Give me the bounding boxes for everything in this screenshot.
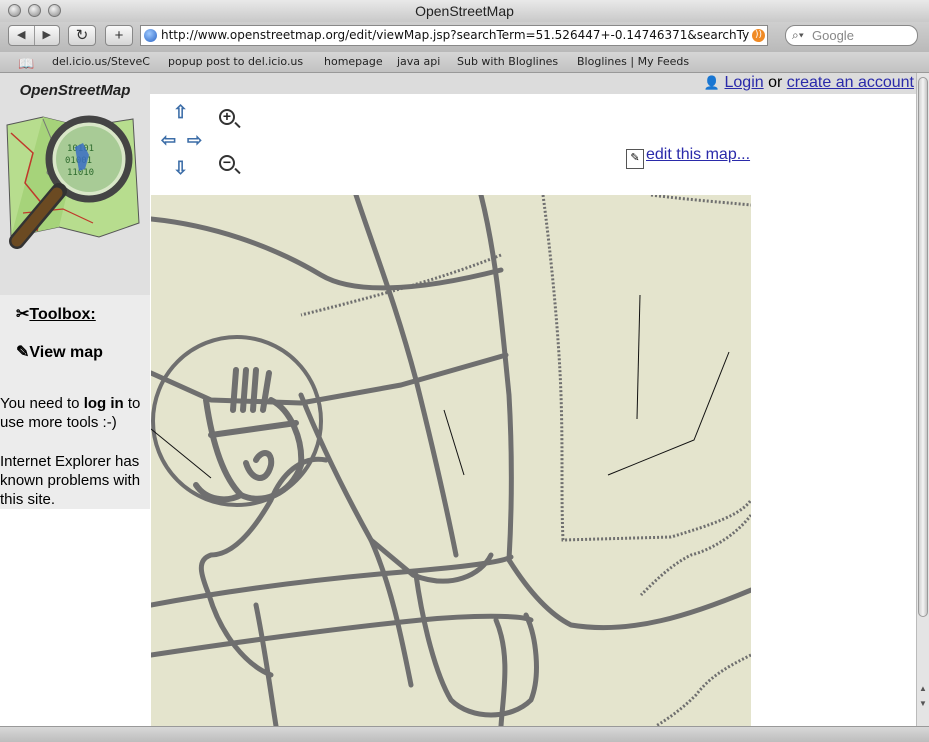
zoom-window-button[interactable] [48,4,61,17]
status-bar [0,726,929,742]
edit-note-icon: ✎ [16,344,30,361]
bookmark-item[interactable]: Bloglines | My Feeds [577,52,689,72]
history-nav: ◀ ▶ [8,25,60,46]
zoom-out-icon[interactable]: − [219,155,235,171]
close-window-button[interactable] [8,4,21,17]
minimize-window-button[interactable] [28,4,41,17]
ie-warning: Internet Explorer has known problems wit… [0,453,141,508]
header-strip: 👤 Login or create an account [150,73,916,94]
page-content: OpenStreetMap 10101 01001 11010 ✂Toolbox… [0,73,916,726]
login-message: You need to log in to use more tools :-) [0,395,141,431]
bookmark-item[interactable]: java api [397,52,440,72]
scroll-up-arrow-icon[interactable]: ▲ [917,684,929,693]
forward-arrow-icon[interactable]: ▶ [35,26,60,45]
window-titlebar: OpenStreetMap [0,0,929,22]
address-bar[interactable]: http://www.openstreetmap.org/edit/viewMa… [140,25,768,46]
search-placeholder: Google [812,28,854,43]
add-bookmark-icon[interactable]: + [105,25,133,46]
bookmark-item[interactable]: popup post to del.icio.us [168,52,303,72]
log-in-link[interactable]: log in [84,395,124,412]
map-tracks [151,195,751,726]
osm-logo-icon[interactable]: 10101 01001 11010 [3,113,148,263]
view-map-link[interactable]: ✎View map [16,342,103,362]
edit-map-icon[interactable]: ✎ [626,149,644,169]
user-icon: 👤 [703,75,721,90]
edit-map-control: ✎ edit this map... [626,146,750,169]
browser-toolbar: ◀ ▶ ↻ + http://www.openstreetmap.org/edi… [0,22,929,52]
bookmark-item[interactable]: Sub with Bloglines [457,52,558,72]
toolbox-link[interactable]: ✂Toolbox: [16,304,96,324]
scroll-thumb[interactable] [918,77,928,617]
edit-map-link[interactable]: edit this map... [646,146,750,163]
back-arrow-icon[interactable]: ◀ [9,26,35,45]
map-view[interactable] [151,195,751,726]
window-title: OpenStreetMap [415,3,514,19]
tools-icon: ✂ [16,306,30,323]
bookmark-item[interactable]: homepage [324,52,383,72]
pan-right-icon[interactable]: ⇨ [187,130,202,151]
login-link[interactable]: Login [725,74,764,91]
url-text: http://www.openstreetmap.org/edit/viewMa… [161,28,749,42]
create-account-link[interactable]: create an account [787,74,914,91]
scroll-down-arrow-icon[interactable]: ▼ [917,699,929,708]
pan-up-icon[interactable]: ⇧ [173,102,188,123]
book-icon[interactable]: 📖 [18,55,34,75]
sidebar: OpenStreetMap 10101 01001 11010 ✂Toolbox… [0,73,150,509]
login-area: 👤 Login or create an account [703,74,914,91]
logo-title[interactable]: OpenStreetMap [0,82,150,99]
search-input[interactable]: ⌕▾ Google [785,25,918,46]
search-icon: ⌕▾ [792,28,804,42]
bookmark-item[interactable]: del.icio.us/SteveC [52,52,150,72]
bookmarks-bar: 📖 del.icio.us/SteveC popup post to del.i… [0,52,929,73]
pan-down-icon[interactable]: ⇩ [173,158,188,179]
globe-icon [144,29,157,42]
pan-left-icon[interactable]: ⇦ [161,130,176,151]
vertical-scrollbar[interactable]: ▲ ▼ [916,73,929,726]
rss-icon[interactable]: )) [752,29,765,42]
zoom-in-icon[interactable]: + [219,109,235,125]
reload-icon[interactable]: ↻ [68,25,96,46]
